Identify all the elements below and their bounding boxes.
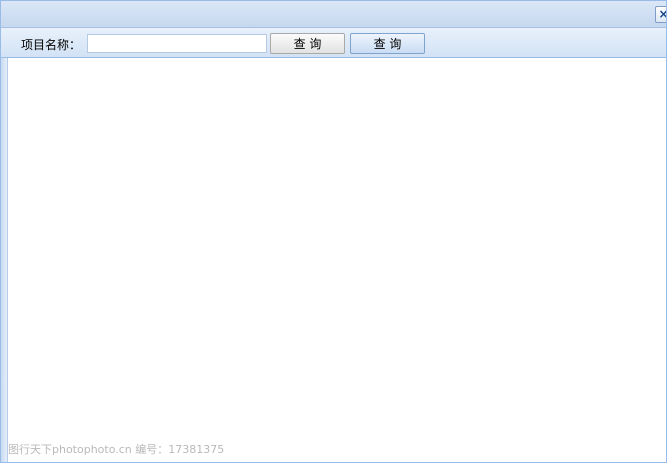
query-button-2[interactable]: 查 询 — [350, 33, 425, 54]
title-bar[interactable]: × — [1, 1, 666, 28]
watermark-text: 图行天下photophoto.cn 编号：17381375 — [8, 443, 225, 456]
left-panel-strip — [1, 58, 8, 462]
project-name-input[interactable] — [87, 34, 267, 53]
content-area — [1, 58, 666, 462]
search-toolbar: 项目名称： 查 询 查 询 — [1, 28, 666, 58]
query-button-1[interactable]: 查 询 — [270, 33, 345, 54]
project-name-label: 项目名称： — [21, 38, 82, 52]
dialog-window: × 项目名称： 查 询 查 询 — [0, 0, 667, 463]
close-icon[interactable]: × — [655, 6, 666, 23]
